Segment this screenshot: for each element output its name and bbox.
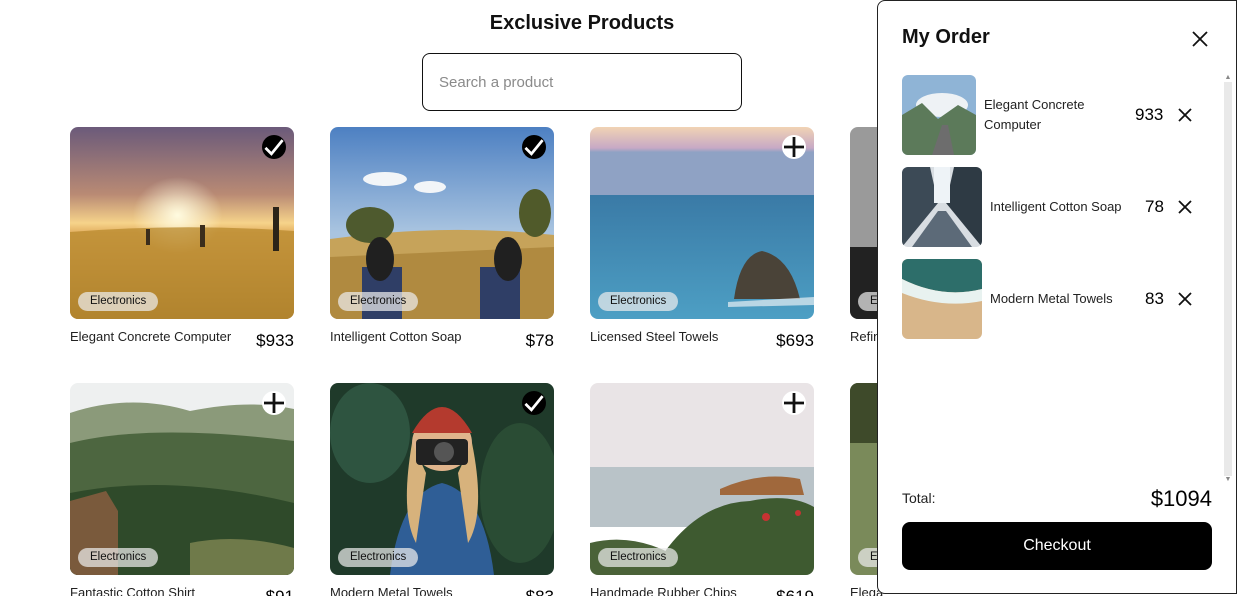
product-price: $933 — [256, 331, 294, 350]
remove-item-button[interactable] — [1175, 197, 1195, 217]
check-icon — [264, 139, 284, 156]
product-image[interactable]: Electronics — [330, 383, 554, 575]
order-item-name: Intelligent Cotton Soap — [990, 199, 1122, 214]
remove-item-button[interactable] — [1175, 105, 1195, 125]
order-item: Intelligent Cotton Soap 78 — [902, 167, 1222, 247]
product-price: $91 — [266, 587, 294, 596]
order-item-price: 83 — [1145, 289, 1164, 308]
product-name: Refin — [850, 329, 881, 344]
category-tag: Electronics — [598, 548, 679, 567]
product-name: Handmade Rubber Chips — [590, 585, 737, 596]
product-card[interactable]: Electronics Fantastic Cotton Shirt $91 — [70, 383, 294, 596]
check-icon — [524, 395, 544, 412]
scroll-track[interactable] — [1224, 82, 1232, 476]
plus-icon — [784, 137, 804, 157]
search-input[interactable] — [422, 53, 742, 111]
order-panel: My Order Elegant Concrete Computer 933 I… — [877, 0, 1237, 594]
product-name: Fantastic Cotton Shirt — [70, 585, 195, 596]
total-label: Total: — [902, 490, 936, 506]
remove-icon — [1178, 292, 1192, 306]
order-item: Modern Metal Towels 83 — [902, 259, 1222, 339]
product-card[interactable]: Electronics Licensed Steel Towels $693 — [590, 127, 814, 357]
added-check-button[interactable] — [262, 135, 286, 159]
product-price: $619 — [776, 587, 814, 596]
order-scrollbar[interactable]: ▲ ▼ — [1223, 74, 1233, 484]
total-value: $1094 — [1150, 486, 1212, 511]
product-image[interactable]: Electronics — [330, 127, 554, 319]
plus-icon — [264, 393, 284, 413]
check-icon — [524, 139, 544, 156]
product-price: $83 — [526, 587, 554, 596]
order-list: Elegant Concrete Computer 933 Intelligen… — [902, 75, 1222, 485]
category-tag: Electronics — [78, 292, 159, 311]
product-price: $78 — [525, 331, 554, 350]
add-to-cart-button[interactable] — [262, 391, 286, 415]
add-to-cart-button[interactable] — [782, 135, 806, 159]
order-item-name: Modern Metal Towels — [990, 291, 1113, 306]
product-image[interactable]: Electronics — [70, 383, 294, 575]
add-to-cart-button[interactable] — [782, 391, 806, 415]
product-price: $693 — [776, 331, 814, 350]
order-item-image — [902, 75, 976, 155]
order-item-image — [902, 167, 982, 247]
order-item-price: 933 — [1135, 105, 1164, 124]
category-tag: Electronics — [78, 548, 159, 567]
product-image[interactable]: Electronics — [590, 127, 814, 319]
order-item-price: 78 — [1145, 197, 1164, 216]
product-card[interactable]: Electronics Modern Metal Towels $83 — [330, 383, 554, 596]
order-item-image — [902, 259, 982, 339]
order-item-name: Elegant Concrete Computer — [984, 97, 1085, 132]
product-image[interactable]: Electronics — [70, 127, 294, 319]
close-panel-button[interactable] — [1187, 26, 1213, 52]
category-tag: Electronics — [598, 292, 679, 311]
checkout-button[interactable]: Checkout — [902, 522, 1212, 570]
plus-icon — [784, 393, 804, 413]
category-tag: Electronics — [338, 548, 419, 567]
scroll-down-arrow-icon[interactable]: ▼ — [1224, 476, 1232, 484]
order-panel-title: My Order — [902, 26, 990, 48]
category-tag: Electronics — [338, 292, 419, 311]
remove-icon — [1178, 108, 1192, 122]
product-card[interactable]: Electronics Elegant Concrete Computer $9… — [70, 127, 294, 357]
product-name: Elegant Concrete Computer — [70, 329, 232, 344]
product-name: Modern Metal Towels — [330, 585, 453, 596]
added-check-button[interactable] — [522, 135, 546, 159]
product-card[interactable]: Electronics Handmade Rubber Chips $619 — [590, 383, 814, 596]
remove-item-button[interactable] — [1175, 289, 1195, 309]
added-check-button[interactable] — [522, 391, 546, 415]
scroll-up-arrow-icon[interactable]: ▲ — [1224, 74, 1232, 82]
order-item: Elegant Concrete Computer 933 — [902, 75, 1222, 155]
product-name: Intelligent Cotton Soap — [330, 329, 462, 344]
product-image[interactable]: Electronics — [590, 383, 814, 575]
close-icon — [1192, 31, 1208, 47]
remove-icon — [1178, 200, 1192, 214]
product-name: Licensed Steel Towels — [590, 329, 719, 344]
product-card[interactable]: Electronics Intelligent Cotton Soap $78 — [330, 127, 554, 357]
